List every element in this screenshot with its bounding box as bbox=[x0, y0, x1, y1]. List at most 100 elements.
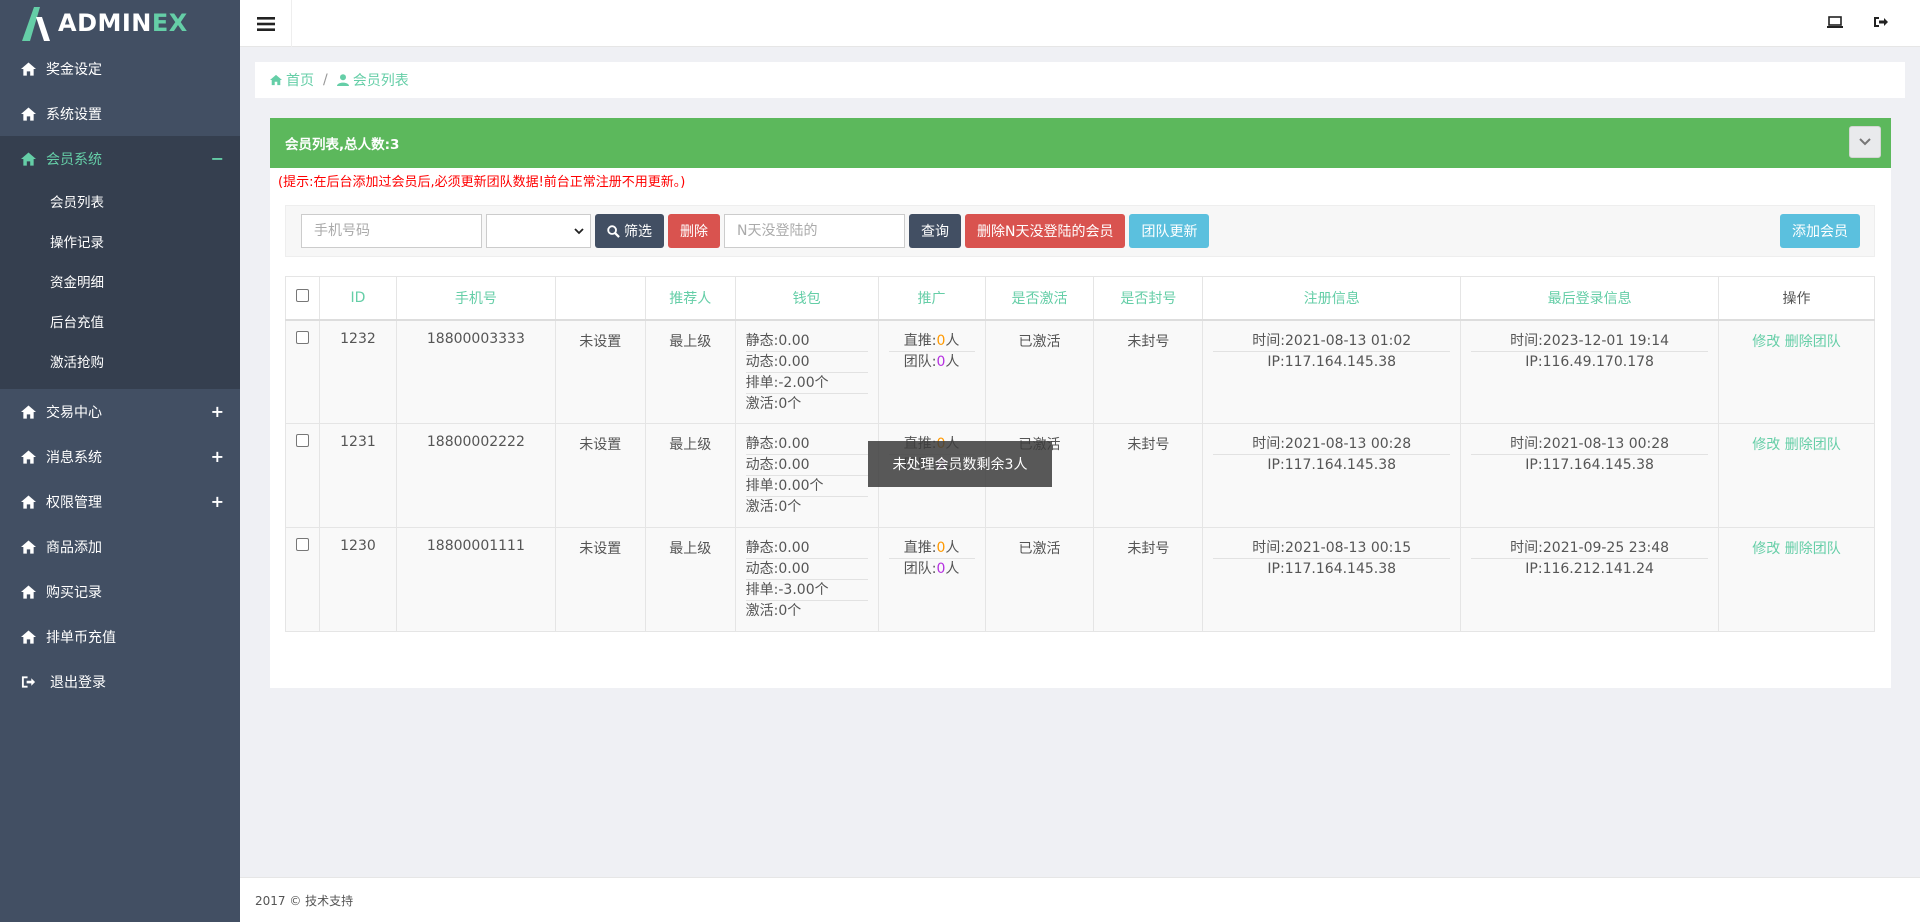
column-header[interactable]: 推荐人 bbox=[644, 276, 736, 321]
sidebar-item[interactable]: 交易中心 + bbox=[0, 389, 240, 434]
sidebar-item[interactable]: 排单币充值 bbox=[0, 614, 240, 659]
footer: 2017 © 技术支持 bbox=[240, 877, 1920, 922]
sign-out-icon bbox=[20, 675, 36, 689]
sidebar-subitem[interactable]: 资金明细 bbox=[0, 261, 240, 301]
member-list-panel: 会员列表,总人数:3 (提示:在后台添加过会员后,必须更新团队数据!前台正常注册… bbox=[270, 118, 1891, 688]
row-checkbox[interactable] bbox=[295, 330, 309, 344]
laptop-icon[interactable] bbox=[1826, 14, 1844, 30]
menu-toggle-button[interactable] bbox=[240, 0, 292, 47]
panel-title: 会员列表,总人数:3 bbox=[285, 137, 400, 153]
wallet-line: 激活:0个 bbox=[745, 395, 802, 412]
sidebar-item[interactable]: 消息系统 + bbox=[0, 434, 240, 479]
chevron-down-icon bbox=[574, 227, 584, 234]
sidebar-subitem[interactable]: 会员列表 bbox=[0, 181, 240, 221]
column-header[interactable]: ID bbox=[318, 276, 397, 321]
column-header[interactable]: 推广 bbox=[877, 276, 986, 321]
phone-search-input[interactable] bbox=[301, 214, 482, 248]
wallet-line: 动态:0.00 bbox=[745, 455, 868, 476]
panel-hint: (提示:在后台添加过会员后,必须更新团队数据!前台正常注册不用更新。) bbox=[278, 175, 686, 190]
breadcrumb-current[interactable]: 会员列表 bbox=[336, 70, 409, 90]
home-icon bbox=[20, 151, 36, 166]
member-id: 1232 bbox=[318, 319, 397, 424]
row-select-cell bbox=[285, 423, 320, 528]
expand-icon[interactable]: + bbox=[211, 402, 224, 421]
sidebar-item[interactable]: 商品添加 bbox=[0, 524, 240, 569]
delete-team-link[interactable]: 删除团队 bbox=[1785, 541, 1841, 557]
delete-team-link[interactable]: 删除团队 bbox=[1785, 437, 1841, 453]
sidebar: ADMINEX 奖金设定系统设置会员系统 − 会员列表 操作记录 资金明细 后台充值 激活抢… bbox=[0, 0, 240, 922]
sidebar-item-label: 交易中心 bbox=[46, 404, 102, 421]
column-header[interactable]: 注册信息 bbox=[1202, 276, 1462, 321]
registration-ip: IP:117.164.145.38 bbox=[1267, 353, 1397, 370]
sidebar-subitem[interactable]: 后台充值 bbox=[0, 301, 240, 341]
last-login-ip: IP:116.212.141.24 bbox=[1525, 561, 1654, 577]
column-header[interactable]: 钱包 bbox=[734, 276, 879, 321]
sidebar-item-label: 商品添加 bbox=[46, 539, 102, 556]
referrer-link[interactable]: 最上级 bbox=[644, 319, 736, 424]
sidebar-item[interactable]: 权限管理 + bbox=[0, 479, 240, 524]
collapse-icon[interactable]: − bbox=[211, 149, 224, 168]
inactive-days-input[interactable] bbox=[724, 214, 905, 248]
referrer-link[interactable]: 最上级 bbox=[644, 423, 736, 528]
direct-label: 直推: bbox=[903, 540, 937, 556]
add-member-button[interactable]: 添加会员 bbox=[1780, 214, 1860, 248]
promotion-cell: 直推:0人团队:0人 bbox=[877, 319, 986, 424]
promotion-cell: 直推:0人团队:0人 bbox=[877, 527, 986, 632]
column-header[interactable]: 最后登录信息 bbox=[1460, 276, 1720, 321]
home-icon bbox=[20, 106, 36, 121]
sidebar-item[interactable]: 系统设置 bbox=[0, 91, 240, 136]
edit-link[interactable]: 修改 bbox=[1752, 437, 1780, 453]
delete-team-link[interactable]: 删除团队 bbox=[1785, 334, 1841, 350]
registration-ip: IP:117.164.145.38 bbox=[1267, 561, 1397, 577]
sign-out-icon[interactable] bbox=[1872, 14, 1890, 30]
column-header[interactable]: 是否激活 bbox=[984, 276, 1095, 321]
wallet-line: 静态:0.00 bbox=[745, 331, 868, 352]
last-login-info: 时间:2023-12-01 19:14 IP:116.49.170.178 bbox=[1460, 319, 1720, 424]
home-icon bbox=[20, 404, 36, 419]
expand-icon[interactable]: + bbox=[211, 447, 224, 466]
row-checkbox[interactable] bbox=[295, 434, 309, 447]
sidebar-subitem[interactable]: 激活抢购 bbox=[0, 341, 240, 381]
ban-status: 未封号 bbox=[1093, 319, 1204, 424]
wallet-line: 排单:-3.00个 bbox=[745, 580, 868, 601]
filter-button[interactable]: 筛选 bbox=[595, 214, 664, 248]
logo-mark-icon bbox=[20, 3, 52, 43]
team-update-button[interactable]: 团队更新 bbox=[1129, 214, 1210, 248]
sidebar-item[interactable]: 退出登录 bbox=[0, 659, 240, 704]
actions-cell: 修改 删除团队 bbox=[1718, 319, 1875, 424]
last-login-time: 时间:2021-08-13 00:28 bbox=[1471, 434, 1709, 455]
activation-status: 已激活 bbox=[984, 527, 1095, 632]
referrer-link[interactable]: 最上级 bbox=[644, 527, 736, 632]
member-phone-link[interactable]: 18800003333 bbox=[395, 319, 556, 424]
edit-link[interactable]: 修改 bbox=[1752, 541, 1780, 557]
edit-link[interactable]: 修改 bbox=[1752, 334, 1780, 350]
sidebar-item-label: 系统设置 bbox=[46, 106, 102, 123]
breadcrumb: 首页 / 会员列表 bbox=[255, 62, 1905, 98]
query-button[interactable]: 查询 bbox=[909, 214, 961, 248]
delete-button[interactable]: 删除 bbox=[668, 214, 720, 248]
filter-select[interactable] bbox=[486, 214, 591, 248]
member-phone-link[interactable]: 18800001111 bbox=[395, 527, 556, 632]
ban-status: 未封号 bbox=[1093, 527, 1204, 632]
delete-inactive-button[interactable]: 删除N天没登陆的会员 bbox=[965, 214, 1126, 248]
column-header[interactable]: 手机号 bbox=[395, 276, 556, 321]
breadcrumb-home[interactable]: 首页 bbox=[270, 70, 314, 90]
member-phone-link[interactable]: 18800002222 bbox=[395, 423, 556, 528]
select-all-checkbox[interactable] bbox=[295, 289, 309, 303]
sidebar-subitem[interactable]: 操作记录 bbox=[0, 221, 240, 261]
column-header bbox=[554, 276, 646, 321]
member-id: 1231 bbox=[318, 423, 397, 528]
sidebar-item[interactable]: 奖金设定 bbox=[0, 46, 240, 91]
expand-icon[interactable]: + bbox=[211, 492, 224, 511]
registration-ip: IP:117.164.145.38 bbox=[1267, 457, 1397, 473]
logo[interactable]: ADMINEX bbox=[0, 0, 240, 46]
column-header[interactable]: 是否封号 bbox=[1093, 276, 1204, 321]
last-login-ip: IP:117.164.145.38 bbox=[1525, 457, 1654, 473]
row-checkbox[interactable] bbox=[295, 538, 309, 551]
sidebar-item[interactable]: 会员系统 − bbox=[0, 136, 240, 181]
panel-collapse-button[interactable] bbox=[1849, 126, 1881, 158]
wallet-cell: 静态:0.00 动态:0.00 排单:-3.00个 激活:0个 bbox=[734, 527, 879, 632]
home-icon bbox=[20, 61, 36, 76]
sidebar-item[interactable]: 购买记录 bbox=[0, 569, 240, 614]
sidebar-item-label: 退出登录 bbox=[50, 674, 106, 691]
